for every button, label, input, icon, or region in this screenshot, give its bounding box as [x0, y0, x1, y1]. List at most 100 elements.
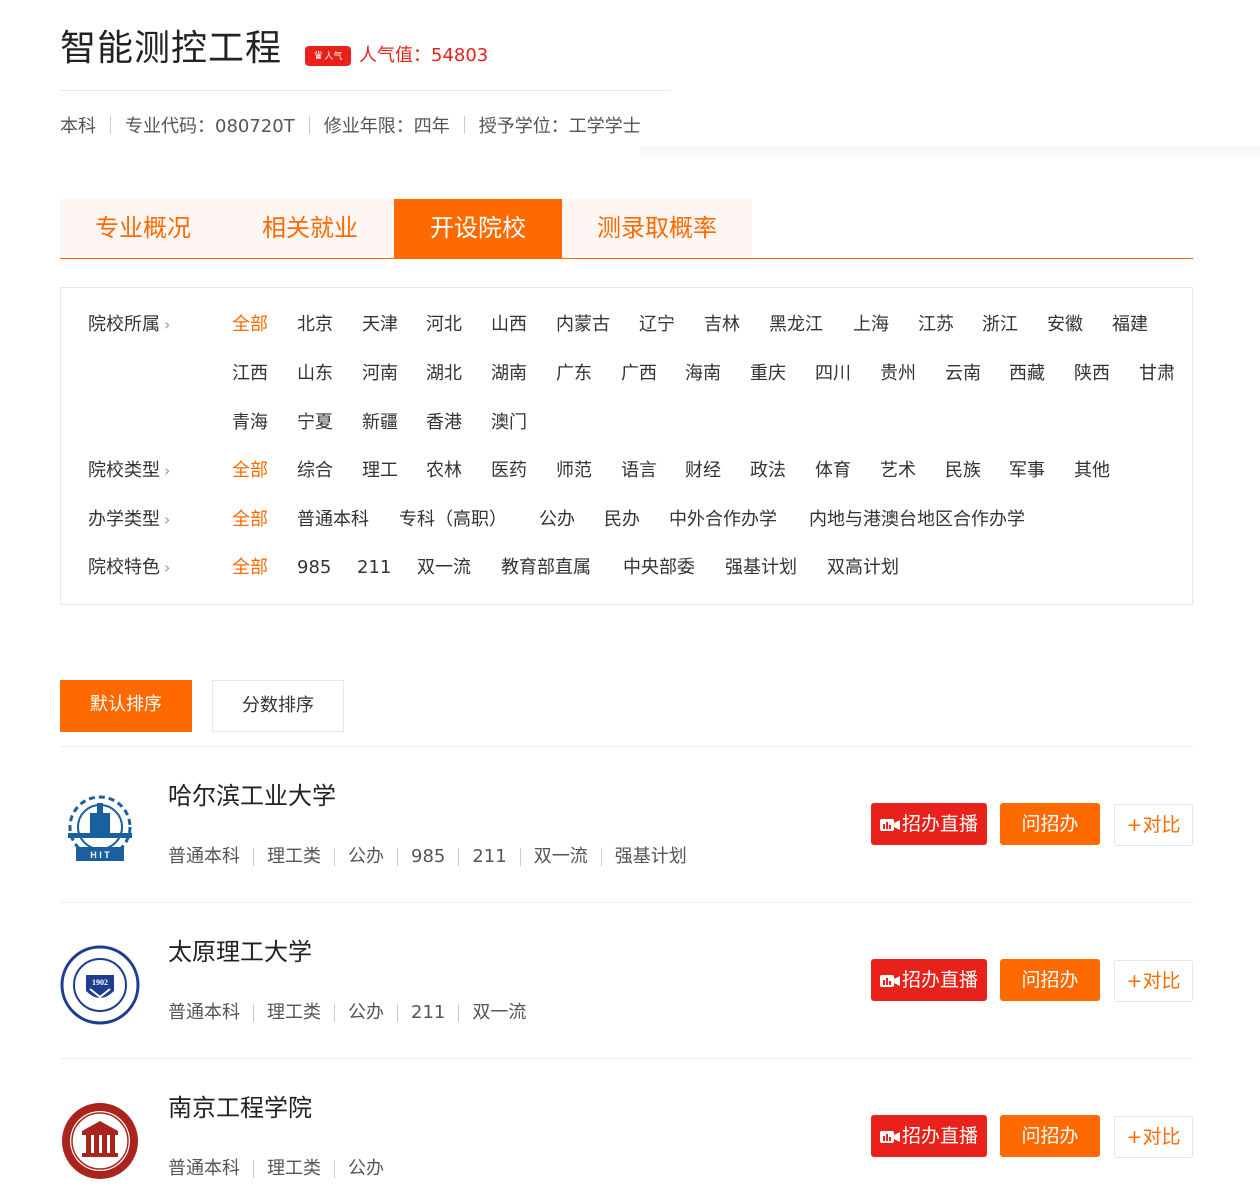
divider — [253, 1004, 254, 1022]
filter-option[interactable]: 陕西 — [1074, 361, 1110, 387]
filter-option[interactable]: 内蒙古 — [556, 312, 610, 338]
filter-option[interactable]: 澳门 — [491, 410, 527, 436]
filter-option[interactable]: 香港 — [426, 410, 462, 436]
svg-text:1902: 1902 — [92, 978, 108, 987]
filter-option[interactable]: 双高计划 — [827, 555, 899, 581]
filter-option[interactable]: 民办 — [604, 507, 640, 533]
filter-option[interactable]: 政法 — [750, 458, 786, 484]
filter-option[interactable]: 普通本科 — [297, 507, 369, 533]
sort-score-button[interactable]: 分数排序 — [212, 680, 344, 732]
filter-option[interactable]: 贵州 — [880, 361, 916, 387]
tab-admission-probability[interactable]: 测录取概率 — [562, 199, 752, 258]
filter-option[interactable]: 云南 — [945, 361, 981, 387]
filter-option[interactable]: 河北 — [426, 312, 462, 338]
filter-option[interactable]: 师范 — [556, 458, 592, 484]
tab-schools[interactable]: 开设院校 — [394, 199, 562, 258]
compare-button[interactable]: +对比 — [1114, 960, 1193, 1002]
school-name[interactable]: 南京工程学院 — [168, 1093, 312, 1123]
tab-employment[interactable]: 相关就业 — [226, 199, 394, 258]
school-row[interactable]: 1902 太原理工大学 普通本科 理工类 公办 211 双一流 招办直播 问招办… — [60, 903, 1193, 1059]
hit-logo-icon: H I T — [68, 795, 132, 861]
filter-option[interactable]: 985 — [297, 555, 331, 581]
admission-live-button[interactable]: 招办直播 — [871, 959, 987, 1001]
filter-option[interactable]: 211 — [357, 555, 391, 581]
admission-live-button[interactable]: 招办直播 — [871, 1115, 987, 1157]
filter-option[interactable]: 公办 — [539, 507, 575, 533]
filter-option[interactable]: 青海 — [232, 410, 268, 436]
meta-level: 本科 — [60, 116, 96, 137]
filter-option[interactable]: 福建 — [1112, 312, 1148, 338]
filter-option[interactable]: 辽宁 — [639, 312, 675, 338]
school-row[interactable]: H I T 哈尔滨工业大学 普通本科 理工类 公办 985 211 双一流 强基… — [60, 747, 1193, 903]
school-name[interactable]: 太原理工大学 — [168, 937, 312, 967]
filter-option[interactable]: 艺术 — [880, 458, 916, 484]
live-camera-icon — [879, 1130, 900, 1143]
filter-option[interactable]: 全部 — [232, 507, 268, 533]
filter-option[interactable]: 专科（高职） — [399, 507, 507, 533]
filter-option[interactable]: 农林 — [426, 458, 462, 484]
filter-option[interactable]: 四川 — [815, 361, 851, 387]
filter-option[interactable]: 全部 — [232, 458, 268, 484]
tab-overview[interactable]: 专业概况 — [60, 199, 226, 258]
filter-option[interactable]: 综合 — [297, 458, 333, 484]
filter-option[interactable]: 上海 — [853, 312, 889, 338]
filter-option[interactable]: 江西 — [232, 361, 268, 387]
filter-option[interactable]: 广东 — [556, 361, 592, 387]
filter-option[interactable]: 山西 — [491, 312, 527, 338]
filter-option[interactable]: 中央部委 — [623, 555, 695, 581]
compare-button[interactable]: +对比 — [1114, 1116, 1193, 1158]
filter-option[interactable]: 广西 — [621, 361, 657, 387]
filter-option[interactable]: 财经 — [685, 458, 721, 484]
filter-label-nature: 办学类型 › — [88, 509, 171, 530]
filter-option[interactable]: 全部 — [232, 555, 268, 581]
chevron-right-icon: › — [164, 558, 171, 577]
filter-option[interactable]: 河南 — [362, 361, 398, 387]
school-name[interactable]: 哈尔滨工业大学 — [168, 781, 336, 811]
filter-option[interactable]: 军事 — [1009, 458, 1045, 484]
meta-duration: 修业年限：四年 — [323, 116, 450, 137]
filter-option[interactable]: 安徽 — [1047, 312, 1083, 338]
major-meta: 本科 专业代码：080720T 修业年限：四年 授予学位：工学学士 — [60, 111, 641, 139]
filter-option[interactable]: 教育部直属 — [501, 555, 591, 581]
filter-option[interactable]: 江苏 — [918, 312, 954, 338]
tyut-logo-icon: 1902 — [60, 945, 140, 1025]
filter-option[interactable]: 黑龙江 — [769, 312, 823, 338]
filter-option[interactable]: 山东 — [297, 361, 333, 387]
filter-option[interactable]: 中外合作办学 — [669, 507, 777, 533]
filter-option[interactable]: 语言 — [621, 458, 657, 484]
filter-option[interactable]: 宁夏 — [297, 410, 333, 436]
filter-option[interactable]: 湖北 — [426, 361, 462, 387]
filter-option[interactable]: 民族 — [945, 458, 981, 484]
filter-option[interactable]: 北京 — [297, 312, 333, 338]
sort-default-button[interactable]: 默认排序 — [60, 680, 192, 732]
filter-option[interactable]: 医药 — [491, 458, 527, 484]
filter-option[interactable]: 重庆 — [750, 361, 786, 387]
filter-option[interactable]: 强基计划 — [725, 555, 797, 581]
divider — [600, 848, 602, 866]
filter-option[interactable]: 双一流 — [417, 555, 471, 581]
filter-option[interactable]: 新疆 — [362, 410, 398, 436]
admission-live-button[interactable]: 招办直播 — [871, 803, 987, 845]
filter-option[interactable]: 全部 — [232, 312, 268, 338]
filter-option[interactable]: 湖南 — [491, 361, 527, 387]
filter-option[interactable]: 浙江 — [982, 312, 1018, 338]
school-tags: 普通本科 理工类 公办 985 211 双一流 强基计划 — [168, 845, 687, 869]
chevron-right-icon: › — [164, 510, 171, 529]
filter-option[interactable]: 体育 — [815, 458, 851, 484]
filter-option[interactable]: 吉林 — [704, 312, 740, 338]
live-camera-icon — [879, 818, 900, 831]
filter-option[interactable]: 海南 — [685, 361, 721, 387]
filter-option[interactable]: 天津 — [362, 312, 398, 338]
filter-option[interactable]: 理工 — [362, 458, 398, 484]
ask-admission-button[interactable]: 问招办 — [1000, 1115, 1100, 1157]
school-row[interactable]: 南京工程学院 普通本科 理工类 公办 招办直播 问招办 +对比 — [60, 1059, 1193, 1203]
school-tag: 211 — [472, 846, 507, 867]
compare-button[interactable]: +对比 — [1114, 804, 1193, 846]
ask-admission-button[interactable]: 问招办 — [1000, 959, 1100, 1001]
filter-option[interactable]: 西藏 — [1009, 361, 1045, 387]
ask-admission-button[interactable]: 问招办 — [1000, 803, 1100, 845]
filter-option[interactable]: 内地与港澳台地区合作办学 — [809, 507, 1025, 533]
page-title: 智能测控工程 — [60, 28, 283, 69]
filter-option[interactable]: 其他 — [1074, 458, 1110, 484]
filter-option[interactable]: 甘肃 — [1139, 361, 1175, 387]
